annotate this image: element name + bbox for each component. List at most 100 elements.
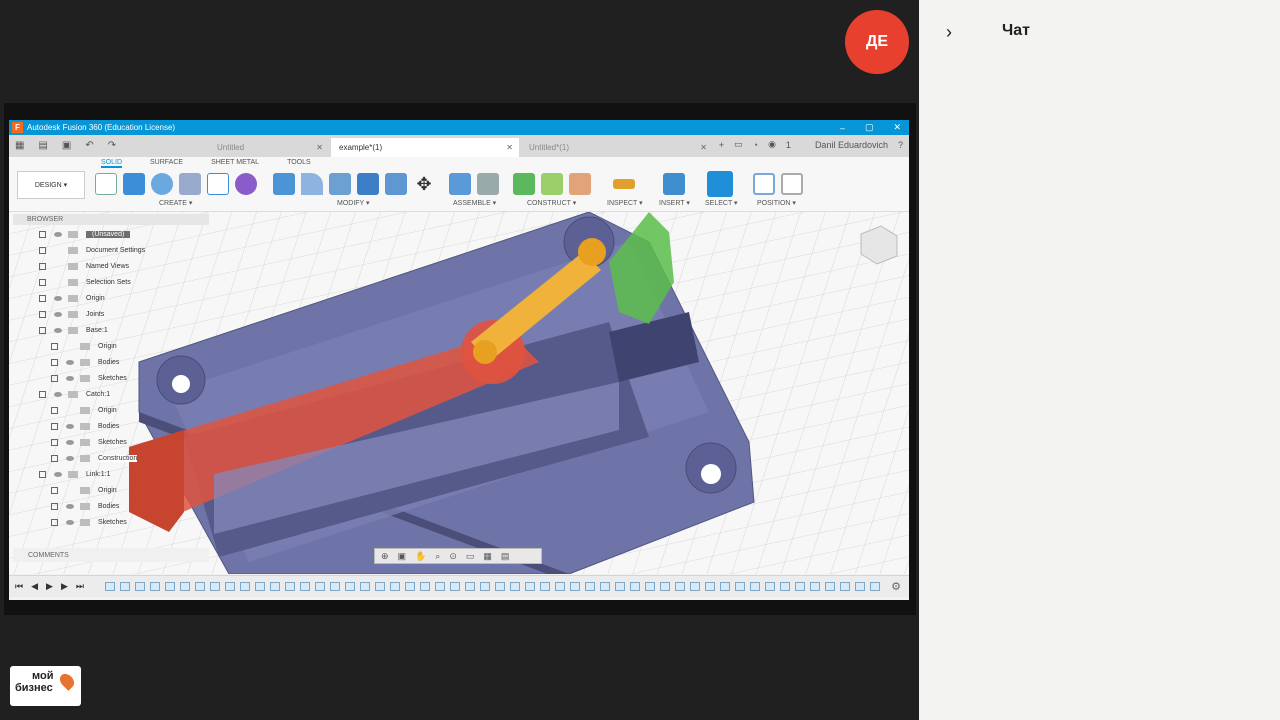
combine-icon[interactable] — [357, 173, 379, 195]
viewports-icon[interactable]: ▤ — [501, 551, 510, 562]
position-menu[interactable]: POSITION ▾ — [757, 199, 796, 207]
close-tab-icon[interactable]: ✕ — [700, 143, 707, 152]
eye-icon[interactable] — [66, 360, 74, 365]
assemble-menu[interactable]: ASSEMBLE ▾ — [453, 199, 496, 207]
timeline-feature[interactable] — [465, 582, 475, 591]
timeline-feature[interactable] — [675, 582, 685, 591]
new-tab-icon[interactable]: + — [719, 140, 724, 150]
timeline-feature[interactable] — [765, 582, 775, 591]
expand-icon[interactable] — [39, 247, 46, 254]
close-icon[interactable]: ✕ — [893, 122, 901, 133]
zoom-icon[interactable]: ⌕ — [435, 551, 440, 562]
chevron-right-icon[interactable]: › — [946, 22, 952, 43]
timeline-feature[interactable] — [780, 582, 790, 591]
eye-icon[interactable] — [54, 232, 62, 237]
tree-item[interactable]: Base:1 — [39, 323, 108, 338]
tree-item[interactable]: Link:1:1 — [39, 467, 111, 482]
expand-icon[interactable] — [39, 231, 46, 238]
timeline-feature[interactable] — [585, 582, 595, 591]
timeline-feature[interactable] — [825, 582, 835, 591]
timeline-feature[interactable] — [135, 582, 145, 591]
timeline-feature[interactable] — [600, 582, 610, 591]
replace-face-icon[interactable] — [385, 173, 407, 195]
timeline-feature[interactable] — [120, 582, 130, 591]
collapse-icon[interactable] — [39, 391, 46, 398]
display-settings-icon[interactable]: ▭ — [466, 551, 475, 562]
orbit-icon[interactable]: ⊕ — [381, 551, 389, 562]
press-pull-icon[interactable] — [273, 173, 295, 195]
participant-avatar[interactable]: ДЕ — [845, 10, 909, 74]
tree-item[interactable]: Bodies — [51, 499, 119, 514]
collapse-icon[interactable] — [39, 327, 46, 334]
hole-icon[interactable] — [179, 173, 201, 195]
tree-item[interactable]: Bodies — [51, 419, 119, 434]
timeline-feature[interactable] — [180, 582, 190, 591]
offset-plane-icon[interactable] — [513, 173, 535, 195]
eye-icon[interactable] — [66, 440, 74, 445]
eye-icon[interactable] — [66, 504, 74, 509]
timeline-feature[interactable] — [540, 582, 550, 591]
eye-icon[interactable] — [66, 520, 74, 525]
timeline-feature[interactable] — [525, 582, 535, 591]
tree-item[interactable]: Origin — [39, 291, 105, 306]
timeline-feature[interactable] — [375, 582, 385, 591]
timeline-feature[interactable] — [435, 582, 445, 591]
timeline-feature[interactable] — [210, 582, 220, 591]
timeline-feature[interactable] — [255, 582, 265, 591]
go-to-end-icon[interactable]: ⏭ — [76, 581, 84, 592]
create-form-icon[interactable] — [235, 173, 257, 195]
timeline-feature[interactable] — [330, 582, 340, 591]
axis-icon[interactable] — [541, 173, 563, 195]
timeline-feature[interactable] — [195, 582, 205, 591]
timeline-feature[interactable] — [105, 582, 115, 591]
expand-icon[interactable] — [51, 503, 58, 510]
eye-icon[interactable] — [66, 456, 74, 461]
extrude-icon[interactable] — [123, 173, 145, 195]
inspect-menu[interactable]: INSPECT ▾ — [607, 199, 643, 207]
eye-icon[interactable] — [54, 328, 62, 333]
expand-icon[interactable] — [51, 375, 58, 382]
tree-item[interactable]: Document Settings — [39, 243, 145, 258]
timeline-feature[interactable] — [720, 582, 730, 591]
timeline-feature[interactable] — [735, 582, 745, 591]
look-at-icon[interactable]: ▣ — [398, 551, 407, 562]
close-tab-icon[interactable]: ✕ — [506, 143, 513, 152]
timeline-feature[interactable] — [315, 582, 325, 591]
revolve-icon[interactable] — [151, 173, 173, 195]
timeline-feature[interactable] — [420, 582, 430, 591]
eye-icon[interactable] — [54, 392, 62, 397]
modify-menu[interactable]: MODIFY ▾ — [337, 199, 370, 207]
expand-icon[interactable] — [51, 423, 58, 430]
expand-icon[interactable] — [51, 359, 58, 366]
notification-icon[interactable]: ◉ — [768, 139, 776, 150]
timeline-feature[interactable] — [750, 582, 760, 591]
timeline-feature[interactable] — [480, 582, 490, 591]
expand-icon[interactable] — [39, 311, 46, 318]
step-forward-icon[interactable]: ▶ — [61, 581, 68, 592]
job-status-icon[interactable]: ◔ — [753, 140, 758, 150]
timeline-feature[interactable] — [705, 582, 715, 591]
tab-tools[interactable]: TOOLS — [287, 159, 311, 168]
expand-icon[interactable] — [39, 263, 46, 270]
eye-icon[interactable] — [66, 376, 74, 381]
timeline-feature[interactable] — [855, 582, 865, 591]
create-sketch-icon[interactable] — [95, 173, 117, 195]
timeline-feature[interactable] — [555, 582, 565, 591]
revert-position-icon[interactable] — [781, 173, 803, 195]
expand-icon[interactable] — [51, 343, 58, 350]
timeline-feature[interactable] — [450, 582, 460, 591]
timeline-feature[interactable] — [690, 582, 700, 591]
tab-solid[interactable]: SOLID — [101, 159, 123, 168]
user-name[interactable]: Danil Eduardovich — [815, 140, 888, 150]
tab-untitled[interactable]: Untitled ✕ — [209, 138, 329, 157]
timeline-feature[interactable] — [300, 582, 310, 591]
timeline-feature[interactable] — [840, 582, 850, 591]
move-icon[interactable]: ✥ — [413, 173, 435, 195]
browser-header[interactable]: BROWSER — [13, 214, 209, 225]
expand-icon[interactable] — [51, 455, 58, 462]
comments-panel[interactable]: COMMENTS — [13, 548, 209, 562]
tree-item[interactable]: Construction — [51, 451, 138, 466]
tree-item[interactable]: Catch:1 — [39, 387, 110, 402]
tree-item[interactable]: Selection Sets — [39, 275, 131, 290]
eye-icon[interactable] — [54, 296, 62, 301]
